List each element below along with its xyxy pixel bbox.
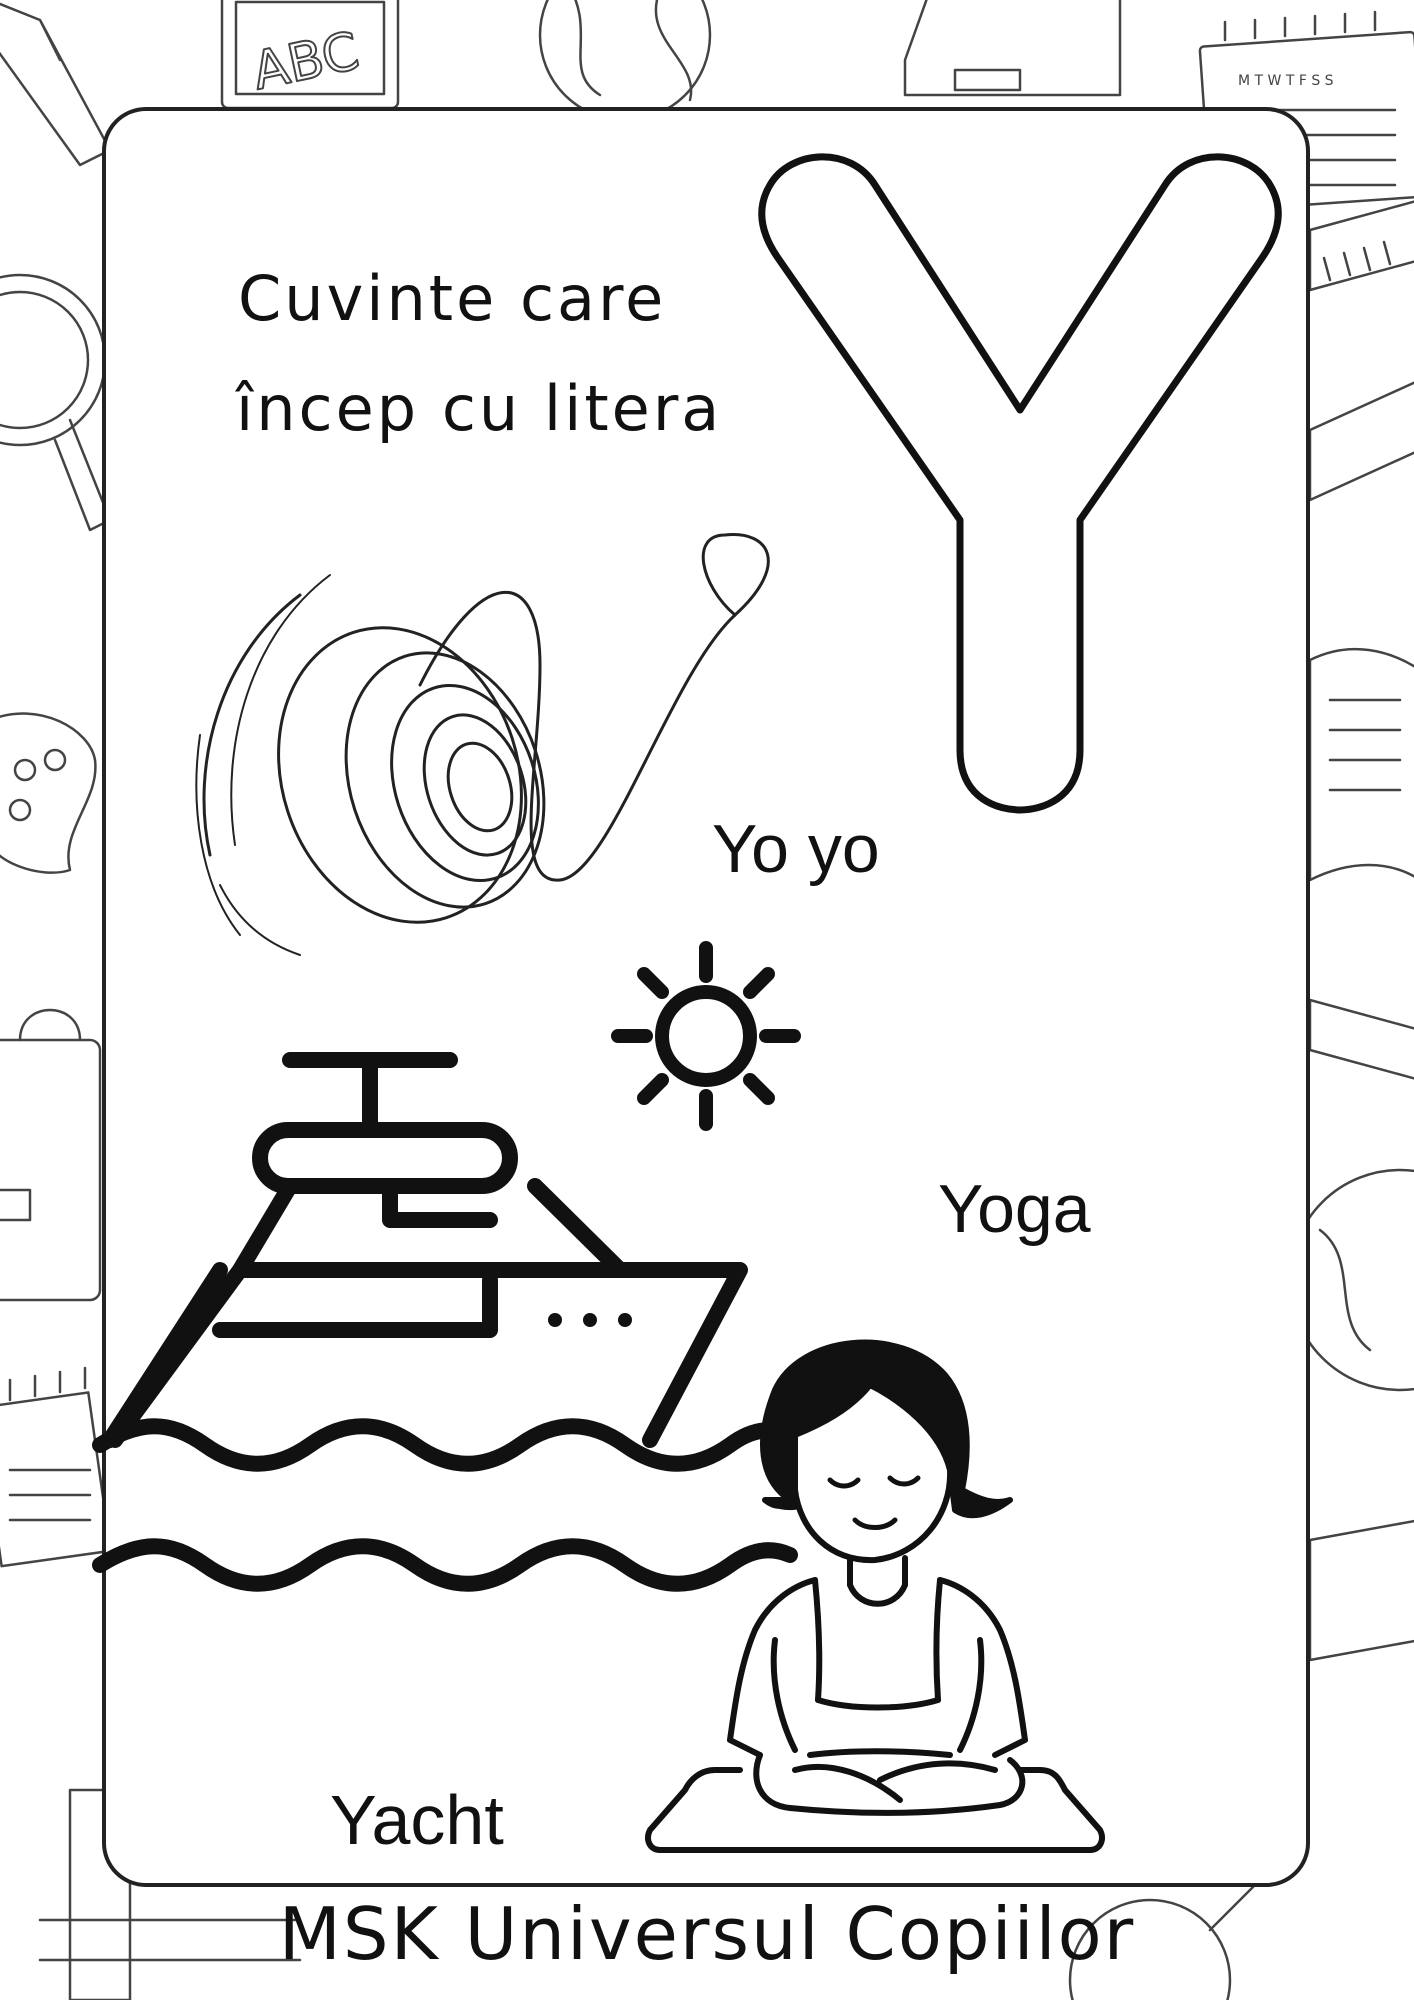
label-yoga: Yoga [938,1171,1091,1247]
folder-doodle [903,0,1122,97]
heading-line-1: Cuvinte care [238,262,667,335]
ruler-doodle [1308,200,1414,292]
label-yacht: Yacht [330,1781,504,1859]
pencil-doodle-right-2 [1308,998,1414,1080]
bag-doodle [0,1008,102,1302]
chalkboard-doodle: ABC [220,0,400,110]
heading-line-2: încep cu litera [236,372,723,445]
yoga-illustration [645,1339,1105,1853]
globe-doodle [538,0,712,122]
pencil-doodle [0,2,112,167]
letter-y-outline: Y [758,153,1282,814]
chalkboard-text: ABC [247,21,364,102]
folder-doodle-right [1308,1519,1414,1662]
footer-brand: MSK Universul Copiilor [278,1892,1136,1976]
pencil-doodle-right [1308,381,1414,502]
calendar-header: M T W T F S S [1238,73,1334,89]
yoyo-illustration [195,533,770,956]
label-yoyo: Yo yo [712,811,880,887]
magnifier-doodle [0,273,112,532]
palette-doodle [0,712,97,874]
book-doodle [1308,647,1414,882]
